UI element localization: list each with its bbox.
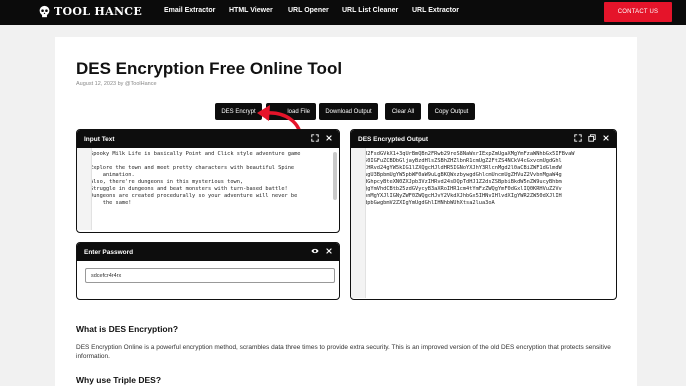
code-line: wgU3BpbmUgYW5pbWF0aW9uLgBKQWxzbywgdGhlcm… xyxy=(364,172,562,178)
section-heading-what-is-des: What is DES Encryption? xyxy=(76,324,179,334)
output-panel-title: DES Encrypted Output xyxy=(358,135,429,143)
input-panel-header: Input Text xyxy=(77,130,339,148)
nav-html-viewer[interactable]: HTML Viewer xyxy=(229,7,273,14)
contact-us-button[interactable]: CONTACT US xyxy=(604,2,672,22)
code-line: IHRvd24gYW5kIG1lZXQgcHJldHR5IGNoYXJhY3Rl… xyxy=(364,165,562,171)
nav-email-extractor[interactable]: Email Extractor xyxy=(164,7,215,14)
expand-icon[interactable] xyxy=(574,134,582,142)
code-line: 50IGFuZCBDbGljayBzdHlsZSBhZHZlbnR1cmUgZ2… xyxy=(364,158,562,164)
clear-all-button[interactable]: Clear All xyxy=(385,103,421,120)
page-title: DES Encryption Free Online Tool xyxy=(76,59,343,78)
line-gutter xyxy=(77,148,92,230)
code-line: 3Explore the town and meet pretty charac… xyxy=(84,165,295,171)
eye-icon[interactable] xyxy=(311,247,319,255)
password-input[interactable]: sdcefcr4r4rx xyxy=(85,268,335,283)
output-text-area[interactable]: 1U2FsdGVkX1+3qUrBmQBn2FRwb29reS8NaWxrIEx… xyxy=(351,148,616,298)
input-panel-title: Input Text xyxy=(84,135,115,143)
main-nav: Email Extractor HTML Viewer URL Opener U… xyxy=(0,7,686,19)
close-icon[interactable] xyxy=(602,134,610,142)
password-panel: Enter Password sdcefcr4r4rx xyxy=(76,242,340,300)
code-line: 5Struggle in dungeons and beat monsters … xyxy=(84,186,288,192)
code-line: 1Spooky Milk Life is basically Point and… xyxy=(84,151,301,157)
code-line: 1U2FsdGVkX1+3qUrBmQBn2FRwb29reS8NaWxrIEx… xyxy=(358,151,575,157)
nav-url-extractor[interactable]: URL Extractor xyxy=(412,7,459,14)
code-line: dGhpcyBteXN0ZXJpb3VzIHRvd24sDQpTdHJ1Z2ds… xyxy=(364,179,562,185)
password-panel-header: Enter Password xyxy=(77,243,339,261)
code-line: 2 xyxy=(77,158,339,165)
output-panel-header: DES Encrypted Output xyxy=(351,130,616,148)
des-encrypted-output-panel: DES Encrypted Output 1U2FsdGVkX1+3qUrBmQ… xyxy=(350,129,617,300)
top-navigation: TOOL HANCE Email Extractor HTML Viewer U… xyxy=(0,0,686,25)
code-line: QgYmVhdCBtb25zdGVycyB3aXRoIHR1cm4tYmFzZW… xyxy=(364,186,562,192)
code-line: 4Also, there're dungeons in this mysteri… xyxy=(84,179,244,185)
code-line: dpbGwgbmV2ZXIgYmUgdGhlIHNhbWUhXtsa2lua3o… xyxy=(364,200,495,206)
section-paragraph: DES Encryption Online is a powerful encr… xyxy=(76,344,611,360)
download-output-button[interactable]: Download Output xyxy=(319,103,378,120)
expand-icon[interactable] xyxy=(311,134,319,142)
input-text-panel: Input Text 1Spooky Milk Life is basicall… xyxy=(76,129,340,233)
code-line: the same! xyxy=(90,200,132,206)
close-icon[interactable] xyxy=(325,247,333,255)
post-meta: August 12, 2023 by @ToolHance xyxy=(76,81,157,87)
code-line: 6Dungeons are created procedurally so yo… xyxy=(84,193,298,199)
nav-url-opener[interactable]: URL Opener xyxy=(288,7,329,14)
code-line: bnMgYXJlIGNyZWF0ZWQgcHJvY2VkdXJhbGx5IHNv… xyxy=(364,193,562,199)
vertical-scrollbar[interactable] xyxy=(333,152,337,200)
copy-icon[interactable] xyxy=(588,134,596,142)
section-heading-why-triple-des: Why use Triple DES? xyxy=(76,375,162,385)
input-text-area[interactable]: 1Spooky Milk Life is basically Point and… xyxy=(77,148,339,230)
nav-url-list-cleaner[interactable]: URL List Cleaner xyxy=(342,7,398,14)
code-line: animation. xyxy=(90,172,135,178)
line-gutter xyxy=(351,148,366,298)
copy-output-button[interactable]: Copy Output xyxy=(428,103,475,120)
close-icon[interactable] xyxy=(325,134,333,142)
password-panel-title: Enter Password xyxy=(84,248,134,256)
